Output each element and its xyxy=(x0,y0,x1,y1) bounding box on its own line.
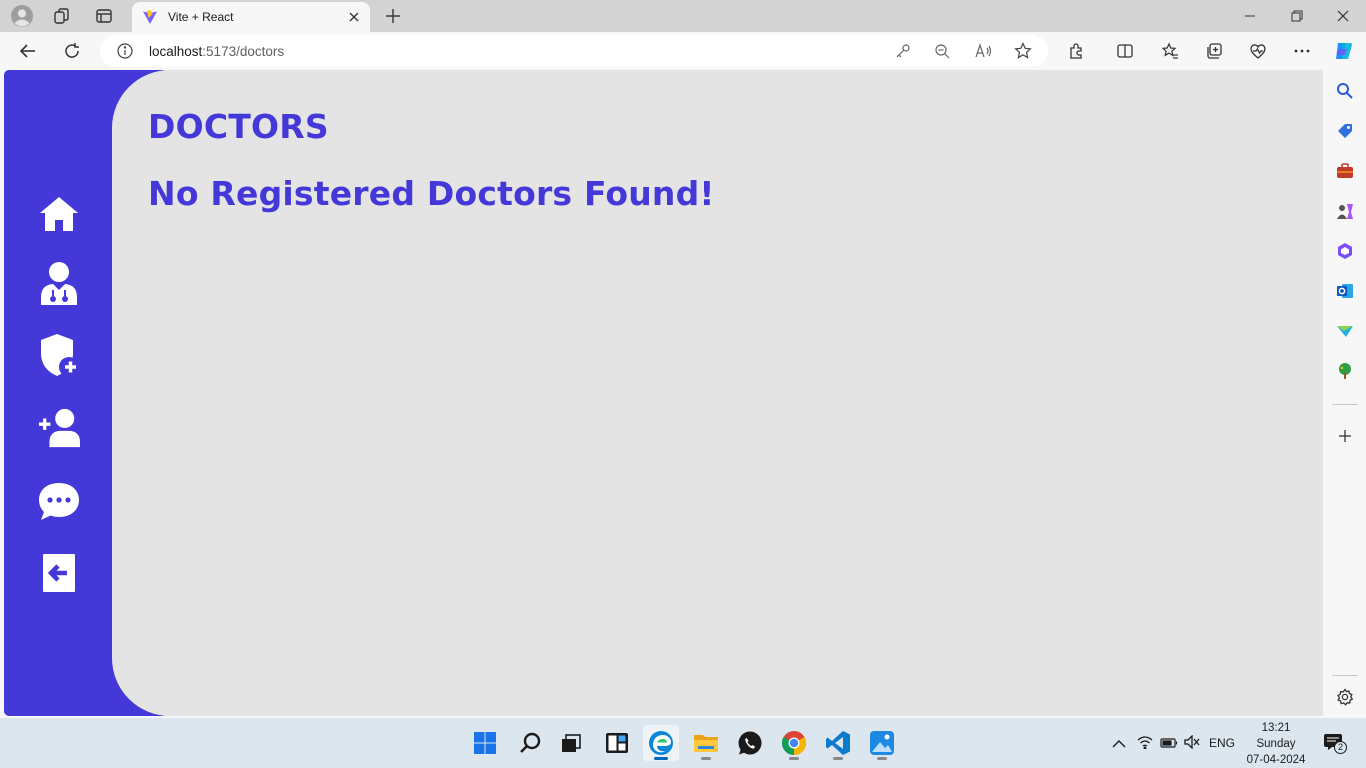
running-indicator xyxy=(877,757,887,760)
new-tab-icon[interactable] xyxy=(381,4,405,28)
widgets-icon[interactable] xyxy=(599,725,635,761)
tab-actions-icon[interactable] xyxy=(92,4,116,28)
edge-sidebar xyxy=(1324,70,1366,718)
notifications-icon[interactable]: 2 xyxy=(1323,733,1349,754)
sidebar-divider-bottom xyxy=(1332,675,1358,676)
outlook-icon[interactable] xyxy=(1335,281,1355,301)
games-icon[interactable] xyxy=(1335,201,1355,221)
browser-toolbar: localhost:5173/doctors xyxy=(0,32,1366,70)
site-info-icon[interactable] xyxy=(117,43,133,64)
running-indicator xyxy=(789,757,799,760)
settings-gear-icon[interactable] xyxy=(1335,687,1355,707)
windows-start-icon[interactable] xyxy=(467,725,503,761)
copilot-icon[interactable] xyxy=(1333,40,1355,62)
page-viewport: DOCTORS No Registered Doctors Found! xyxy=(0,70,1324,718)
tab-title: Vite + React xyxy=(168,10,234,24)
notification-count: 2 xyxy=(1334,741,1347,754)
clock[interactable]: 13:21 Sunday 07-04-2024 xyxy=(1240,720,1312,768)
read-aloud-icon[interactable] xyxy=(975,43,993,64)
extensions-icon[interactable] xyxy=(1067,41,1087,61)
favorite-star-icon[interactable] xyxy=(1014,42,1032,65)
chrome-icon[interactable] xyxy=(776,725,812,761)
doctor-icon[interactable] xyxy=(38,262,80,305)
clock-time: 13:21 xyxy=(1261,722,1291,734)
refresh-icon[interactable] xyxy=(62,41,82,61)
favorites-icon[interactable] xyxy=(1160,41,1180,61)
wifi-icon[interactable] xyxy=(1137,735,1153,754)
taskbar-search-icon[interactable] xyxy=(512,725,548,761)
chat-icon[interactable] xyxy=(38,480,80,522)
empty-state-message: No Registered Doctors Found! xyxy=(148,174,715,213)
drop-send-icon[interactable] xyxy=(1335,321,1355,341)
show-hidden-icons-icon[interactable] xyxy=(1112,736,1126,754)
volume-muted-icon[interactable] xyxy=(1184,734,1200,754)
zoom-out-icon[interactable] xyxy=(934,43,950,64)
vite-logo-icon xyxy=(142,9,158,30)
main-content: DOCTORS No Registered Doctors Found! xyxy=(112,70,1323,716)
tools-icon[interactable] xyxy=(1335,161,1355,181)
active-indicator xyxy=(654,757,668,760)
user-plus-icon[interactable] xyxy=(38,407,80,449)
logout-icon[interactable] xyxy=(38,552,80,594)
home-icon[interactable] xyxy=(38,193,80,235)
vscode-icon[interactable] xyxy=(820,725,856,761)
edge-taskbar-icon[interactable] xyxy=(643,725,679,761)
key-icon[interactable] xyxy=(895,43,911,64)
whatsapp-icon[interactable] xyxy=(732,725,768,761)
close-tab-icon[interactable] xyxy=(346,9,362,30)
search-icon[interactable] xyxy=(1335,81,1355,101)
active-tab[interactable]: Vite + React xyxy=(132,2,370,32)
collections-icon[interactable] xyxy=(1204,41,1224,61)
url-path: :5173/doctors xyxy=(202,44,285,59)
url-host: localhost xyxy=(149,44,203,59)
language-indicator[interactable]: ENG xyxy=(1209,736,1235,750)
microsoft-365-icon[interactable] xyxy=(1335,241,1355,261)
browser-tab-bar: Vite + React xyxy=(0,0,1366,32)
browser-essentials-icon[interactable] xyxy=(1248,41,1268,61)
running-indicator xyxy=(701,757,711,760)
file-explorer-icon[interactable] xyxy=(688,725,724,761)
restore-icon[interactable] xyxy=(1287,6,1307,26)
running-indicator xyxy=(833,757,843,760)
shield-plus-icon[interactable] xyxy=(38,334,80,377)
workspaces-icon[interactable] xyxy=(50,4,74,28)
photos-icon[interactable] xyxy=(864,725,900,761)
battery-icon[interactable] xyxy=(1160,736,1178,754)
split-screen-icon[interactable] xyxy=(1115,41,1135,61)
back-icon[interactable] xyxy=(18,41,38,61)
clock-day: Sunday xyxy=(1256,738,1296,750)
task-view-icon[interactable] xyxy=(553,725,589,761)
profile-icon[interactable] xyxy=(10,4,34,28)
sidebar-divider xyxy=(1332,404,1358,405)
tree-icon[interactable] xyxy=(1335,361,1355,381)
minimize-icon[interactable] xyxy=(1240,6,1260,26)
clock-date: 07-04-2024 xyxy=(1246,754,1306,766)
address-bar[interactable]: localhost:5173/doctors xyxy=(100,35,1048,67)
close-window-icon[interactable] xyxy=(1333,6,1353,26)
windows-taskbar: ENG 13:21 Sunday 07-04-2024 2 xyxy=(0,718,1366,768)
shopping-tag-icon[interactable] xyxy=(1335,121,1355,141)
add-icon[interactable] xyxy=(1335,426,1355,446)
more-options-icon[interactable] xyxy=(1292,41,1312,61)
page-title: DOCTORS xyxy=(148,107,329,146)
url-text: localhost:5173/doctors xyxy=(149,44,284,59)
